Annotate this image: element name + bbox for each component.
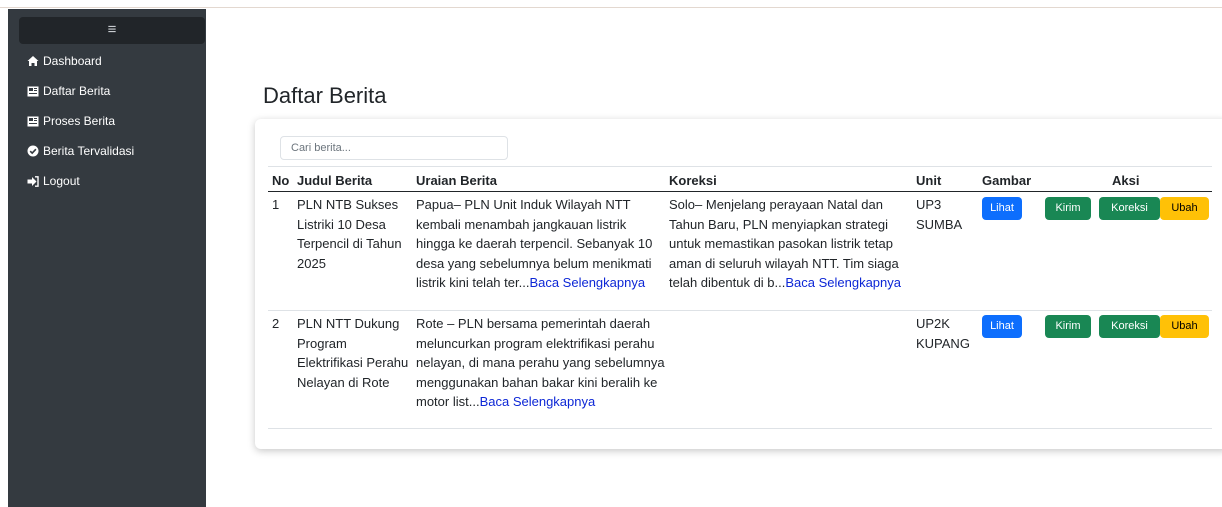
newspaper-icon (27, 115, 39, 127)
table-header-unit: Unit (916, 173, 942, 188)
sidebar-item-label: Dashboard (43, 54, 102, 68)
divider (268, 166, 1212, 167)
row-1-judul: PLN NTB Sukses Listriki 10 Desa Terpenci… (297, 197, 402, 271)
row-1-koreksi: Solo– Menjelang perayaan Natal dan Tahun… (669, 195, 913, 293)
home-icon (27, 55, 39, 67)
sidebar-item-dashboard[interactable]: Dashboard (27, 51, 102, 71)
table-header-aksi: Aksi (1112, 173, 1140, 188)
sidebar-item-label: Proses Berita (43, 114, 116, 128)
table-header-judul: Judul Berita (297, 173, 373, 188)
row-2-judul: PLN NTT Dukung Program Elektrifikasi Per… (297, 316, 409, 390)
edit-button[interactable]: Ubah (1160, 197, 1209, 220)
correct-button[interactable]: Koreksi (1099, 315, 1160, 338)
view-image-button[interactable]: Lihat (982, 197, 1022, 220)
search-input[interactable] (280, 136, 508, 160)
row-2-no: 2 (272, 316, 280, 331)
header-divider (268, 191, 1212, 192)
sidebar-item-daftar-berita[interactable]: Daftar Berita (27, 81, 110, 101)
top-strip (0, 0, 1222, 8)
table-header-uraian: Uraian Berita (416, 173, 497, 188)
row-1-no: 1 (272, 197, 280, 212)
view-image-button[interactable]: Lihat (982, 315, 1022, 338)
check-circle-icon (27, 145, 39, 157)
row-2-unit: UP2K KUPANG (916, 316, 970, 351)
logout-icon (27, 175, 39, 187)
sidebar: ≡ Dashboard Daftar Berita Proses Berita … (8, 9, 206, 507)
send-button[interactable]: Kirim (1045, 315, 1091, 338)
table-header-koreksi: Koreksi (669, 173, 717, 188)
newspaper-icon (27, 85, 39, 97)
row-divider (268, 428, 1212, 429)
sidebar-item-label: Daftar Berita (43, 84, 111, 98)
sidebar-item-berita-tervalidasi[interactable]: Berita Tervalidasi (27, 141, 134, 161)
table-header-gambar: Gambar (982, 173, 1032, 188)
row-divider (268, 310, 1212, 311)
sidebar-item-label: Logout (43, 174, 80, 188)
row-2-uraian: Rote – PLN bersama pemerintah daerah mel… (416, 314, 666, 412)
sidebar-item-logout[interactable]: Logout (27, 171, 80, 191)
send-button[interactable]: Kirim (1045, 197, 1091, 220)
row-1-uraian: Papua– PLN Unit Induk Wilayah NTT kembal… (416, 195, 666, 293)
read-more-link[interactable]: Baca Selengkapnya (785, 275, 901, 290)
read-more-link[interactable]: Baca Selengkapnya (529, 275, 645, 290)
page-title: Daftar Berita (263, 83, 387, 108)
sidebar-item-label: Berita Tervalidasi (43, 144, 135, 158)
row-1-unit: UP3 SUMBA (916, 197, 963, 232)
menu-icon: ≡ (107, 21, 117, 38)
sidebar-toggle-button[interactable]: ≡ (19, 17, 205, 44)
correct-button[interactable]: Koreksi (1099, 197, 1160, 220)
sidebar-item-proses-berita[interactable]: Proses Berita (27, 111, 115, 131)
table-header-no: No (272, 173, 290, 188)
edit-button[interactable]: Ubah (1160, 315, 1209, 338)
read-more-link[interactable]: Baca Selengkapnya (480, 394, 596, 409)
